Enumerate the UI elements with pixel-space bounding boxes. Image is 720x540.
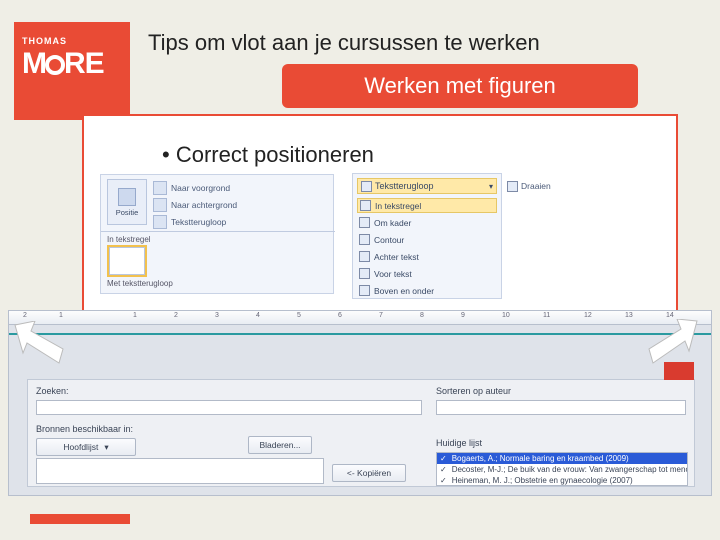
subtitle-banner: Werken met figuren	[282, 64, 638, 108]
positie-icon	[118, 188, 136, 206]
logo-bigline: MRE	[22, 50, 122, 77]
hoofdlijst-dropdown[interactable]: Hoofdlijst▾	[36, 438, 136, 456]
chevron-down-icon: ▾	[489, 182, 493, 191]
section-label: Met tekstterugloop	[107, 279, 173, 288]
list-item[interactable]: Decoster, M-J.; De buik van de vrouw: Va…	[437, 464, 687, 475]
horizontal-ruler: 2 1 1 2 3 4 5 6 7 8 9 10 11 12 13 14	[9, 311, 711, 325]
available-list[interactable]	[36, 458, 324, 484]
brand-logo: THOMAS MRE	[14, 22, 130, 120]
teal-separator	[9, 333, 711, 335]
bladeren-button[interactable]: Bladeren...	[248, 436, 312, 454]
letter-o-icon	[45, 55, 65, 75]
rotate-button[interactable]: Draaien	[507, 178, 571, 194]
wrap-option[interactable]: In tekstregel	[357, 198, 497, 213]
inline-icon	[360, 200, 371, 211]
current-list[interactable]: Bogaerts, A.; Normale baring en kraambed…	[436, 452, 688, 486]
positie-button[interactable]: Positie	[107, 179, 147, 225]
check-icon	[440, 465, 449, 474]
divider	[101, 231, 335, 232]
list-item[interactable]: Bogaerts, A.; Normale baring en kraambed…	[437, 453, 687, 464]
wrap-option[interactable]: Achter tekst	[357, 249, 497, 264]
subtitle-text: Werken met figuren	[364, 73, 556, 99]
wrap-option[interactable]: Boven en onder	[357, 283, 497, 298]
sort-select[interactable]	[436, 400, 686, 415]
arrow-indicator-right	[645, 319, 701, 365]
search-input[interactable]	[36, 400, 422, 415]
page-title: Tips om vlot aan je cursussen te werken	[148, 30, 540, 56]
bullet-correct-positioneren: • Correct positioneren	[162, 142, 374, 168]
ruler-screenshot: 2 1 1 2 3 4 5 6 7 8 9 10 11 12 13 14 Zoe…	[8, 310, 712, 496]
label-zoeken: Zoeken:	[36, 386, 69, 396]
textwrap-icon	[153, 215, 167, 229]
section-label: In tekstregel	[107, 235, 151, 244]
tight-icon	[359, 234, 370, 245]
ribbon-row[interactable]: Tekstterugloop	[153, 213, 331, 230]
label-sorteren: Sorteren op auteur	[436, 386, 511, 396]
wrap-option[interactable]: Voor tekst	[357, 266, 497, 281]
layout-thumb[interactable]	[109, 247, 145, 275]
square-icon	[359, 217, 370, 228]
ribbon-row[interactable]: Naar voorgrond	[153, 179, 331, 196]
foreground-icon	[153, 181, 167, 195]
rotate-icon	[507, 181, 518, 192]
wrap-option[interactable]: Contour	[357, 232, 497, 247]
arrow-indicator-left	[11, 321, 67, 367]
label-huidige: Huidige lijst	[436, 438, 482, 448]
ribbon-panel-textwrap: Tekstterugloop ▾ Draaien In tekstregel O…	[352, 173, 502, 299]
front-icon	[359, 268, 370, 279]
ribbon-row[interactable]: Naar achtergrond	[153, 196, 331, 213]
ribbon-panel-positie: Positie Naar voorgrond Naar achtergrond …	[100, 174, 334, 294]
wrap-option[interactable]: Om kader	[357, 215, 497, 230]
list-item[interactable]: Heineman, M. J.; Obstetrie en gynaecolog…	[437, 475, 687, 486]
chevron-down-icon: ▾	[104, 442, 108, 453]
background-icon	[153, 198, 167, 212]
footer-accent	[30, 514, 130, 524]
kopieren-button[interactable]: <- Kopiëren	[332, 464, 406, 482]
logo-topline: THOMAS	[22, 36, 122, 46]
check-icon	[440, 476, 449, 485]
sources-dialog: Zoeken: Sorteren op auteur Bronnen besch…	[27, 379, 695, 487]
textwrap-icon	[361, 181, 372, 192]
textwrap-dropdown-head[interactable]: Tekstterugloop ▾	[357, 178, 497, 194]
label-bronnen: Bronnen beschikbaar in:	[36, 424, 133, 434]
behind-icon	[359, 251, 370, 262]
topbottom-icon	[359, 285, 370, 296]
check-icon	[440, 454, 449, 463]
